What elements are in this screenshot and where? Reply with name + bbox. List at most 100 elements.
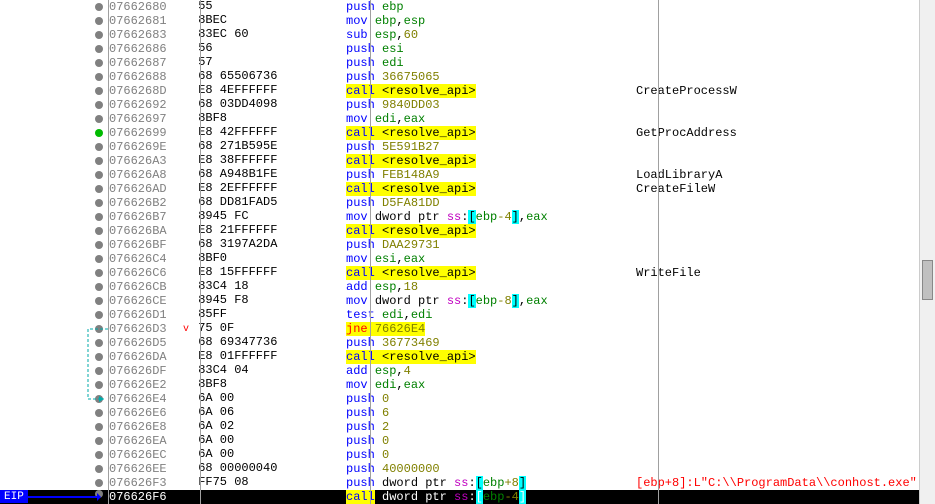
gutter[interactable]: EIP <box>0 490 109 504</box>
breakpoint-dot[interactable] <box>95 31 103 39</box>
breakpoint-dot[interactable] <box>95 3 103 11</box>
disasm-row[interactable]: 076626E8 6A 02push 2 <box>0 420 935 434</box>
disasm-row[interactable]: 07662688 68 65506736push 36675065 <box>0 70 935 84</box>
gutter[interactable] <box>0 409 109 417</box>
gutter[interactable] <box>0 101 109 109</box>
gutter[interactable] <box>0 171 109 179</box>
disasm-row[interactable]: EIP076626F6 FF55 FCcall dword ptr ss:[eb… <box>0 490 935 504</box>
disassembly-panel[interactable]: 07662680 55push ebp07662681 8BECmov ebp,… <box>0 0 935 504</box>
gutter[interactable] <box>0 395 109 403</box>
disasm-row[interactable]: 07662699 E8 42FFFFFFcall <resolve_api>Ge… <box>0 126 935 140</box>
gutter[interactable] <box>0 185 109 193</box>
disasm-row[interactable]: 076626D3v 75 0Fjne 76626E4 <box>0 322 935 336</box>
gutter[interactable] <box>0 451 109 459</box>
disasm-row[interactable]: 076626D1 85FFtest edi,edi <box>0 308 935 322</box>
breakpoint-dot[interactable] <box>95 465 103 473</box>
gutter[interactable] <box>0 479 109 487</box>
gutter[interactable] <box>0 73 109 81</box>
gutter[interactable] <box>0 87 109 95</box>
disasm-row[interactable]: 076626DA E8 01FFFFFFcall <resolve_api> <box>0 350 935 364</box>
gutter[interactable] <box>0 255 109 263</box>
gutter[interactable] <box>0 325 109 333</box>
breakpoint-dot[interactable] <box>95 115 103 123</box>
disasm-row[interactable]: 076626BA E8 21FFFFFFcall <resolve_api> <box>0 224 935 238</box>
gutter[interactable] <box>0 59 109 67</box>
gutter[interactable] <box>0 227 109 235</box>
gutter[interactable] <box>0 213 109 221</box>
breakpoint-dot[interactable] <box>95 409 103 417</box>
breakpoint-dot[interactable] <box>95 311 103 319</box>
breakpoint-dot[interactable] <box>95 129 103 137</box>
breakpoint-dot[interactable] <box>95 59 103 67</box>
gutter[interactable] <box>0 297 109 305</box>
disasm-row[interactable]: 076626CB 83C4 18add esp,18 <box>0 280 935 294</box>
breakpoint-dot[interactable] <box>95 269 103 277</box>
gutter[interactable] <box>0 45 109 53</box>
gutter[interactable] <box>0 17 109 25</box>
disasm-row[interactable]: 076626D5 68 69347736push 36773469 <box>0 336 935 350</box>
breakpoint-dot[interactable] <box>95 199 103 207</box>
breakpoint-dot[interactable] <box>95 297 103 305</box>
disasm-row[interactable]: 076626E2 8BF8mov edi,eax <box>0 378 935 392</box>
disasm-row[interactable]: 076626E4 6A 00push 0 <box>0 392 935 406</box>
disasm-row[interactable]: 07662692 68 03DD4098push 9840DD03 <box>0 98 935 112</box>
breakpoint-dot[interactable] <box>95 241 103 249</box>
disasm-row[interactable]: 076626CE 8945 F8mov dword ptr ss:[ebp-8]… <box>0 294 935 308</box>
breakpoint-dot[interactable] <box>95 87 103 95</box>
disasm-row[interactable]: 0766269E 68 271B595Epush 5E591B27 <box>0 140 935 154</box>
breakpoint-dot[interactable] <box>95 325 103 333</box>
breakpoint-dot[interactable] <box>95 73 103 81</box>
disasm-row[interactable]: 076626EA 6A 00push 0 <box>0 434 935 448</box>
breakpoint-dot[interactable] <box>95 101 103 109</box>
gutter[interactable] <box>0 157 109 165</box>
gutter[interactable] <box>0 367 109 375</box>
gutter[interactable] <box>0 3 109 11</box>
vertical-scrollbar[interactable] <box>919 0 935 504</box>
gutter[interactable] <box>0 199 109 207</box>
breakpoint-dot[interactable] <box>95 381 103 389</box>
breakpoint-dot[interactable] <box>95 353 103 361</box>
disasm-row[interactable]: 076626A3 E8 38FFFFFFcall <resolve_api> <box>0 154 935 168</box>
gutter[interactable] <box>0 465 109 473</box>
gutter[interactable] <box>0 423 109 431</box>
disasm-row[interactable]: 076626BF 68 3197A2DApush DAA29731 <box>0 238 935 252</box>
gutter[interactable] <box>0 339 109 347</box>
gutter[interactable] <box>0 143 109 151</box>
disasm-row[interactable]: 07662680 55push ebp <box>0 0 935 14</box>
disasm-row[interactable]: 07662697 8BF8mov edi,eax <box>0 112 935 126</box>
disasm-row[interactable]: 076626B7 8945 FCmov dword ptr ss:[ebp-4]… <box>0 210 935 224</box>
disasm-row[interactable]: 076626E6 6A 06push 6 <box>0 406 935 420</box>
disasm-row[interactable]: 07662686 56push esi <box>0 42 935 56</box>
breakpoint-dot[interactable] <box>95 45 103 53</box>
breakpoint-dot[interactable] <box>95 213 103 221</box>
disasm-row[interactable]: 076626C6 E8 15FFFFFFcall <resolve_api>Wr… <box>0 266 935 280</box>
disasm-row[interactable]: 076626EC 6A 00push 0 <box>0 448 935 462</box>
gutter[interactable] <box>0 269 109 277</box>
scrollbar-thumb[interactable] <box>922 260 933 300</box>
breakpoint-dot[interactable] <box>95 185 103 193</box>
disasm-row[interactable]: 076626EE 68 00000040push 40000000 <box>0 462 935 476</box>
breakpoint-dot[interactable] <box>95 171 103 179</box>
gutter[interactable] <box>0 381 109 389</box>
breakpoint-dot[interactable] <box>95 423 103 431</box>
breakpoint-dot[interactable] <box>95 367 103 375</box>
gutter[interactable] <box>0 283 109 291</box>
disasm-row[interactable]: 076626AD E8 2EFFFFFFcall <resolve_api>Cr… <box>0 182 935 196</box>
disasm-row[interactable]: 076626DF 83C4 04add esp,4 <box>0 364 935 378</box>
breakpoint-dot[interactable] <box>95 227 103 235</box>
breakpoint-dot[interactable] <box>95 437 103 445</box>
breakpoint-dot[interactable] <box>95 451 103 459</box>
breakpoint-dot[interactable] <box>95 479 103 487</box>
breakpoint-dot[interactable] <box>95 395 103 403</box>
disasm-row[interactable]: 07662683 83EC 60sub esp,60 <box>0 28 935 42</box>
gutter[interactable] <box>0 129 109 137</box>
gutter[interactable] <box>0 311 109 319</box>
breakpoint-dot[interactable] <box>95 157 103 165</box>
breakpoint-dot[interactable] <box>95 283 103 291</box>
breakpoint-dot[interactable] <box>95 17 103 25</box>
gutter[interactable] <box>0 31 109 39</box>
disasm-row[interactable]: 07662687 57push edi <box>0 56 935 70</box>
disasm-row[interactable]: 0766268D E8 4EFFFFFFcall <resolve_api>Cr… <box>0 84 935 98</box>
breakpoint-dot[interactable] <box>95 255 103 263</box>
disasm-row[interactable]: 076626C4 8BF0mov esi,eax <box>0 252 935 266</box>
